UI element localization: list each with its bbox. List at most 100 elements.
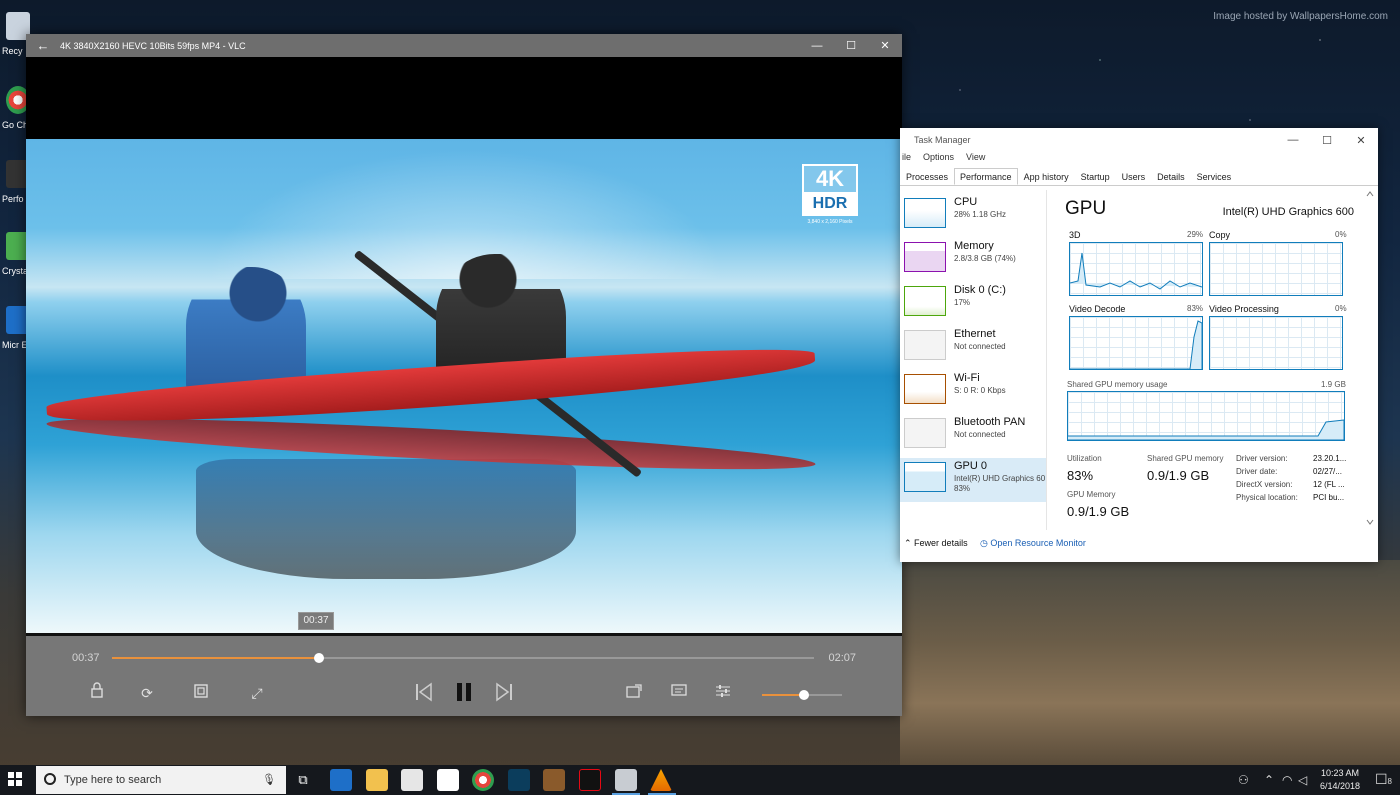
task-manager-taskbar-icon[interactable]	[615, 769, 637, 791]
engine-label-video-decode[interactable]: Video Decode	[1069, 304, 1125, 314]
tab-processes[interactable]: Processes	[900, 168, 954, 185]
vlc-window: ← 4K 3840X2160 HEVC 10Bits 59fps MP4 - V…	[26, 34, 902, 716]
graph-video-processing	[1209, 316, 1343, 370]
taskbar-clock[interactable]: 10:23 AM 6/14/2018	[1320, 767, 1360, 793]
engine-pct-3d: 29%	[1187, 230, 1204, 239]
fewer-details-link[interactable]: ⌃ Fewer details	[904, 538, 968, 549]
task-manager-tabs: Processes Performance App history Startu…	[900, 168, 1378, 186]
wallpaper-landscape	[900, 560, 1400, 765]
badge-4k-text: 4K	[802, 164, 858, 192]
gpu-detail-panel: GPU Intel(R) UHD Graphics 600 3D 29% Cop…	[1046, 190, 1366, 530]
notification-center-icon[interactable]: ☐8	[1375, 771, 1392, 788]
lock-icon[interactable]	[86, 682, 108, 704]
tab-users[interactable]: Users	[1116, 168, 1152, 185]
maximize-button[interactable]: ☐	[834, 39, 868, 52]
video-scene-kayakers: 4K HDR 3,840 x 2,160 Pixels	[26, 139, 902, 633]
volume-slider[interactable]	[762, 690, 842, 700]
wifi-icon[interactable]: ◠	[1282, 773, 1292, 787]
video-frame[interactable]: 4K HDR 3,840 x 2,160 Pixels	[26, 57, 902, 633]
maximize-button[interactable]: ☐	[1310, 134, 1344, 147]
driver-date-label: Driver date:	[1236, 467, 1278, 476]
store-icon[interactable]	[401, 769, 423, 791]
pause-button[interactable]	[453, 682, 475, 704]
volume-icon[interactable]: ◁	[1298, 773, 1307, 787]
resource-name: CPU	[954, 196, 978, 208]
tab-details[interactable]: Details	[1151, 168, 1191, 185]
resource-name: Disk 0 (C:)	[954, 284, 1006, 296]
taskbar-search-box[interactable]: Type here to search 🎙	[36, 766, 286, 794]
edge-taskbar-icon[interactable]	[330, 769, 352, 791]
tab-startup[interactable]: Startup	[1075, 168, 1116, 185]
task-view-icon[interactable]: ⧉	[292, 769, 314, 791]
task-manager-window: Task Manager — ☐ ✕ ile Options View Proc…	[900, 128, 1378, 562]
subtitle-icon[interactable]	[668, 682, 690, 704]
close-button[interactable]: ✕	[868, 39, 902, 52]
photoshop-icon[interactable]	[508, 769, 530, 791]
back-arrow-icon[interactable]: ←	[26, 38, 60, 53]
chevron-up-icon[interactable]: ⌃	[1264, 773, 1274, 787]
seek-bar-handle[interactable]	[314, 653, 325, 663]
tab-performance[interactable]: Performance	[954, 168, 1018, 185]
clock-date: 6/14/2018	[1319, 781, 1360, 791]
expand-icon[interactable]: ⤢	[246, 682, 268, 704]
netflix-icon[interactable]	[579, 769, 601, 791]
close-button[interactable]: ✕	[1344, 134, 1378, 147]
cpu-thumbnail-graph	[904, 198, 946, 228]
aspect-ratio-icon[interactable]	[190, 682, 212, 704]
chrome-taskbar-icon[interactable]	[472, 769, 494, 791]
menu-file[interactable]: ile	[902, 152, 911, 168]
tab-services[interactable]: Services	[1191, 168, 1238, 185]
gpu-heading: GPU	[1065, 198, 1107, 219]
engine-label-copy[interactable]: Copy	[1209, 230, 1230, 240]
resource-name: Ethernet	[954, 328, 996, 340]
vlc-taskbar-icon[interactable]	[650, 769, 672, 791]
desktop-icon-label: Perfo	[2, 194, 24, 204]
search-placeholder: Type here to search	[64, 774, 162, 786]
resource-list: CPU 28% 1.18 GHz Memory 2.8/3.8 GB (74%)…	[900, 190, 1046, 530]
resource-wifi[interactable]: Wi-Fi S: 0 R: 0 Kbps	[900, 370, 1046, 414]
open-resource-monitor-link[interactable]: ◷ Open Resource Monitor	[980, 538, 1086, 549]
open-resource-monitor-label: Open Resource Monitor	[990, 538, 1086, 548]
repeat-icon[interactable]: ⟳	[136, 682, 158, 704]
badge-resolution-text: 3,840 x 2,160 Pixels	[807, 219, 853, 225]
resource-cpu[interactable]: CPU 28% 1.18 GHz	[900, 194, 1046, 238]
utilization-label: Utilization	[1067, 454, 1102, 463]
microphone-icon[interactable]: 🎙	[262, 773, 276, 786]
windows-logo-icon	[8, 772, 22, 786]
windows-start-button[interactable]	[8, 772, 24, 788]
menu-options[interactable]: Options	[923, 152, 954, 168]
resource-name: Wi-Fi	[954, 372, 980, 384]
file-explorer-icon[interactable]	[366, 769, 388, 791]
cast-icon[interactable]	[623, 682, 645, 704]
task-manager-scrollbar[interactable]	[1366, 190, 1374, 530]
menu-view[interactable]: View	[966, 152, 985, 168]
resource-gpu0[interactable]: GPU 0 Intel(R) UHD Graphics 60 83%	[900, 458, 1046, 502]
skip-previous-icon[interactable]	[413, 682, 435, 704]
resource-name: Memory	[954, 240, 994, 252]
resource-disk[interactable]: Disk 0 (C:) 17%	[900, 282, 1046, 326]
vlc-titlebar[interactable]: ← 4K 3840X2160 HEVC 10Bits 59fps MP4 - V…	[26, 34, 902, 57]
gpu-model-name: Intel(R) UHD Graphics 600	[1222, 206, 1354, 218]
seek-bar[interactable]	[112, 653, 814, 663]
mail-icon[interactable]	[437, 769, 459, 791]
resource-detail: Not connected	[954, 430, 1006, 439]
app-icon[interactable]	[543, 769, 565, 791]
task-manager-titlebar[interactable]: Task Manager — ☐ ✕	[900, 128, 1378, 152]
seek-time-tooltip: 00:37	[298, 612, 334, 630]
minimize-button[interactable]: —	[1276, 134, 1310, 146]
resource-memory[interactable]: Memory 2.8/3.8 GB (74%)	[900, 238, 1046, 282]
tab-app-history[interactable]: App history	[1018, 168, 1075, 185]
engine-label-3d[interactable]: 3D	[1069, 230, 1081, 240]
engine-label-video-processing[interactable]: Video Processing	[1209, 304, 1279, 314]
minimize-button[interactable]: —	[800, 40, 834, 52]
resource-ethernet[interactable]: Ethernet Not connected	[900, 326, 1046, 370]
cortana-icon	[44, 773, 56, 785]
people-icon[interactable]: ⚇	[1238, 773, 1249, 787]
sliders-icon[interactable]	[712, 682, 734, 704]
vlc-window-title: 4K 3840X2160 HEVC 10Bits 59fps MP4 - VLC	[60, 40, 246, 51]
volume-handle[interactable]	[799, 690, 810, 700]
utilization-value: 83%	[1067, 468, 1094, 483]
resource-bluetooth-pan[interactable]: Bluetooth PAN Not connected	[900, 414, 1046, 458]
desktop-icon-label: Micr E	[2, 340, 28, 350]
skip-next-icon[interactable]	[493, 682, 515, 704]
